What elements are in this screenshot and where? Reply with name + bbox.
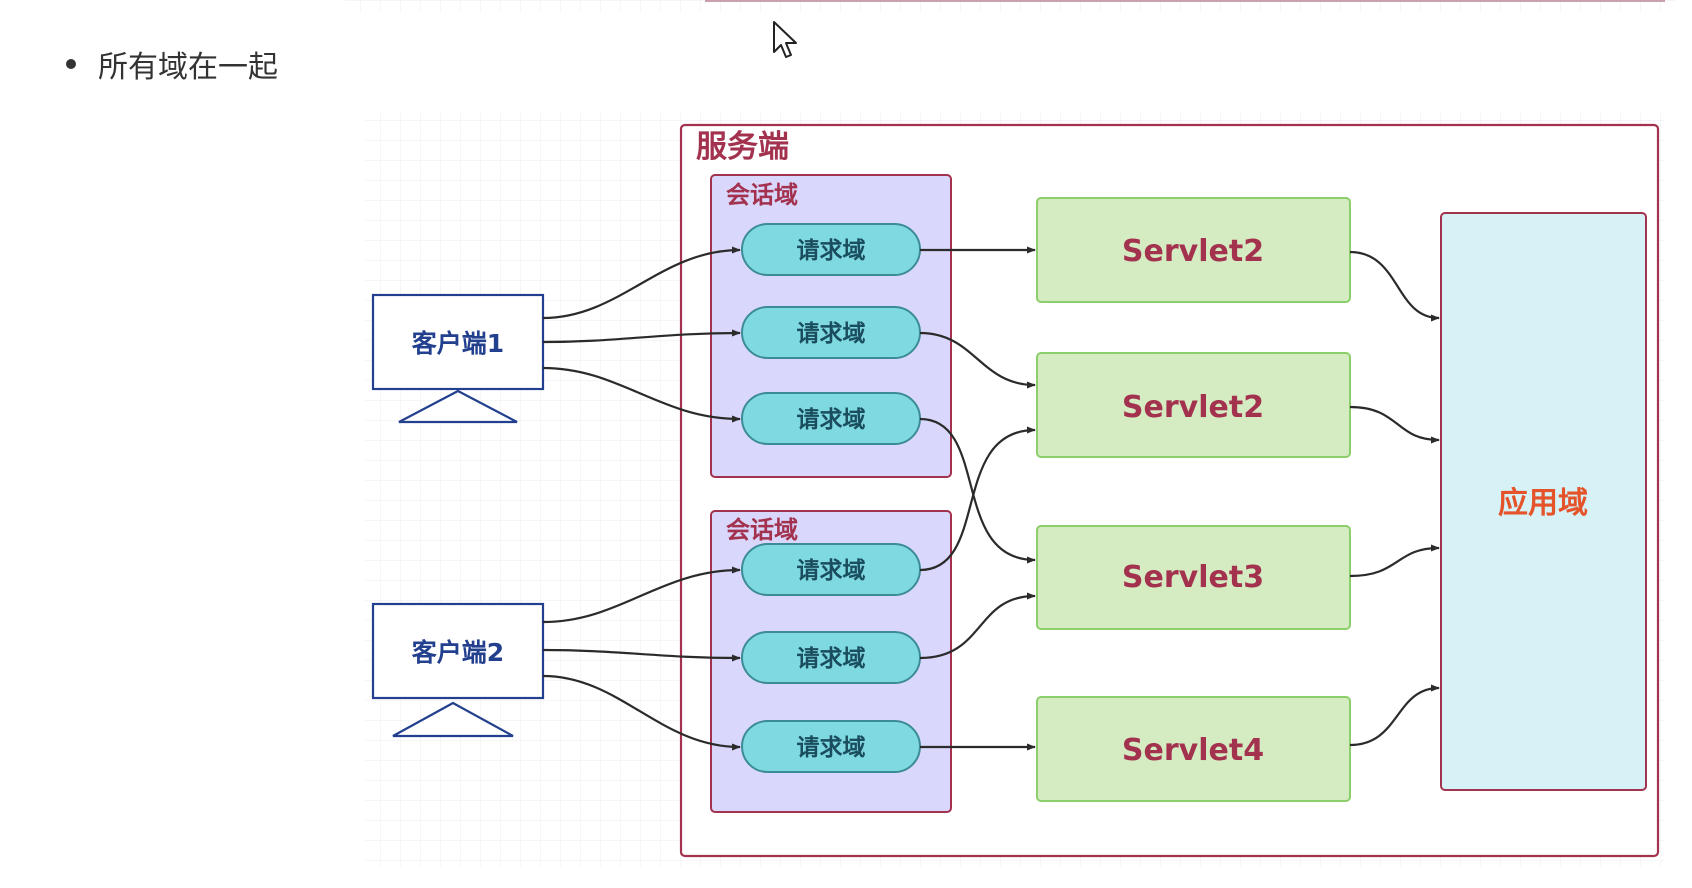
- servlet-label-1: Servlet2: [1122, 234, 1264, 269]
- request-label-6: 请求域: [797, 734, 866, 761]
- mouse-cursor-icon: [773, 21, 797, 58]
- session-label-1: 会话域: [726, 181, 798, 209]
- servlet-box-1: Servlet2: [1036, 197, 1351, 303]
- session-label-2: 会话域: [726, 516, 798, 544]
- request-label-3: 请求域: [797, 406, 866, 433]
- client-label-2: 客户端2: [412, 638, 504, 667]
- request-domain-5: 请求域: [741, 631, 921, 684]
- client-label-1: 客户端1: [412, 329, 504, 358]
- request-domain-2: 请求域: [741, 306, 921, 359]
- request-domain-3: 请求域: [741, 392, 921, 445]
- servlet-label-4: Servlet4: [1122, 733, 1264, 768]
- request-domain-4: 请求域: [741, 543, 921, 596]
- domains-diagram: 服务端 会话域 会话域 请求域 请求域 请求域 请求域 请求域 请求域 Serv…: [345, 0, 1675, 867]
- server-label: 服务端: [696, 129, 789, 165]
- request-domain-6: 请求域: [741, 720, 921, 773]
- servlet-box-2: Servlet2: [1036, 352, 1351, 458]
- request-domain-1: 请求域: [741, 223, 921, 276]
- servlet-label-2: Servlet2: [1122, 390, 1264, 425]
- request-label-5: 请求域: [797, 645, 866, 672]
- request-label-2: 请求域: [797, 320, 866, 347]
- request-label-1: 请求域: [797, 237, 866, 264]
- servlet-box-4: Servlet4: [1036, 696, 1351, 802]
- request-label-4: 请求域: [797, 557, 866, 584]
- application-label: 应用域: [1498, 486, 1588, 521]
- slide: 所有域在一起 服务端 会话域 会话域 请求域 请求域 请求域 请求域 请求域 请…: [0, 0, 1692, 888]
- application-domain: 应用域: [1440, 212, 1647, 791]
- servlet-box-3: Servlet3: [1036, 525, 1351, 630]
- servlet-label-3: Servlet3: [1122, 560, 1264, 595]
